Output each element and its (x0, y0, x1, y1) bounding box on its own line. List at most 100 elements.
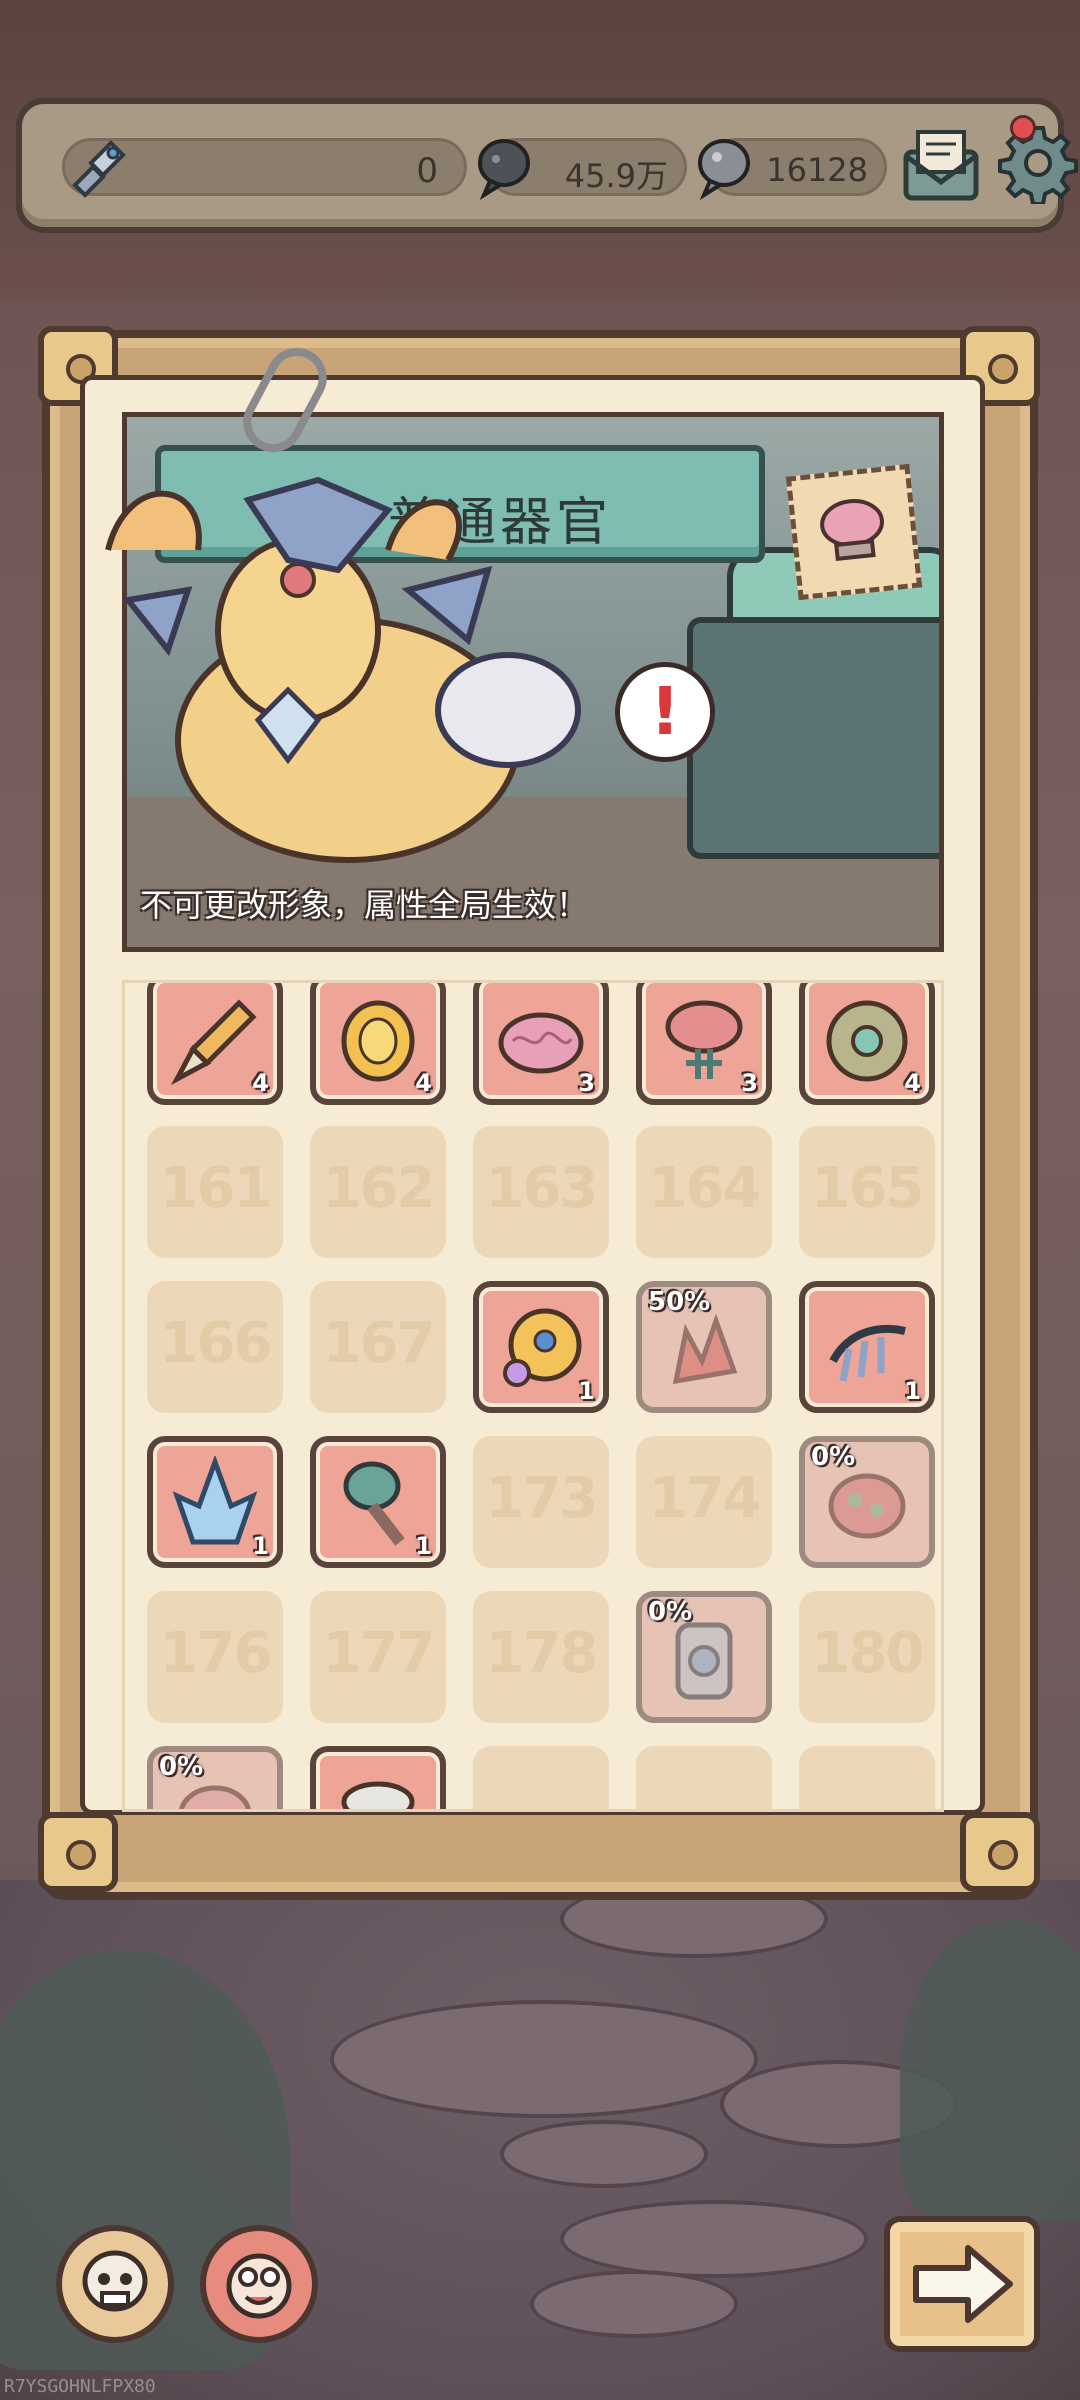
grid-slot-empty[interactable]: 173 (473, 1436, 609, 1568)
eye-medallion-icon (503, 1308, 582, 1387)
lab-machine (687, 617, 939, 859)
white-shell-icon (341, 1781, 415, 1809)
grid-slot[interactable]: 4 (799, 983, 935, 1105)
organ-grid: 4 4 3 3 4 161 162 163 164 165 166 167 1 … (122, 980, 944, 1812)
grid-slot-empty[interactable]: 174 (636, 1436, 772, 1568)
stone (500, 2120, 708, 2188)
alert-mark: ! (650, 673, 681, 750)
monster-face-icon (226, 2253, 292, 2319)
watermark: R7YSGOHNLFPX80 (4, 2376, 156, 2397)
item-count: 1 (415, 1532, 432, 1560)
slot-number: 180 (811, 1621, 925, 1686)
unlock-percent: 0% (811, 1442, 856, 1472)
currency-coins: 45.9万 (478, 138, 687, 201)
grid-slot[interactable]: 3 (636, 983, 772, 1105)
grid-slot[interactable]: 3 (473, 983, 609, 1105)
grid-slot-empty[interactable]: 167 (310, 1281, 446, 1413)
xp-value: 0 (416, 151, 438, 191)
mushroom-stalk-icon (343, 1461, 405, 1546)
grid-slot-partial[interactable]: 50% (636, 1281, 772, 1413)
grid-slot-empty[interactable]: 180 (799, 1591, 935, 1723)
top-status-bar: 0 45.9万 16128 (16, 98, 1078, 233)
arrow-right-icon (913, 2245, 1013, 2323)
item-count: 4 (904, 1069, 921, 1097)
unlock-percent: 0% (159, 1752, 204, 1782)
monster-menu-button[interactable] (200, 2225, 318, 2343)
slot-number: 173 (485, 1466, 599, 1531)
slot-number: 165 (811, 1156, 925, 1221)
grid-slot[interactable]: 4 (147, 983, 283, 1105)
grid-slot-empty[interactable]: 176 (147, 1591, 283, 1723)
grid-slot-empty[interactable]: 161 (147, 1126, 283, 1258)
stone (530, 2270, 738, 2338)
settings-gear-icon[interactable] (997, 122, 1079, 204)
stone (560, 2200, 868, 2278)
unlock-percent: 50% (648, 1287, 711, 1317)
grid-slot-empty[interactable]: 165 (799, 1126, 935, 1258)
grid-slot[interactable]: 4 (310, 983, 446, 1105)
round-shield-icon (826, 1000, 908, 1082)
panel-subtitle: 不可更改形象，属性全局生效！ (140, 886, 589, 924)
item-count: 1 (252, 1532, 269, 1560)
item-count: 3 (741, 1069, 758, 1097)
grid-slot-empty[interactable] (473, 1746, 609, 1809)
skull-organ-icon (82, 2250, 148, 2312)
grid-slot-empty[interactable]: 178 (473, 1591, 609, 1723)
grid-slot-empty[interactable]: 162 (310, 1126, 446, 1258)
stone (330, 2000, 758, 2118)
currency-gems: 16128 (698, 138, 887, 201)
slot-number: 178 (485, 1621, 599, 1686)
slot-number: 161 (159, 1156, 273, 1221)
gold-coin-icon (341, 1000, 415, 1082)
frame-bolt (38, 1812, 118, 1892)
grid-slot-partial[interactable]: 0% (636, 1591, 772, 1723)
brain-icon (498, 1012, 584, 1074)
slot-number: 164 (648, 1156, 762, 1221)
next-button[interactable] (884, 2216, 1040, 2352)
organ-menu-button[interactable] (56, 2225, 174, 2343)
grid-slot-empty[interactable]: 163 (473, 1126, 609, 1258)
currency2-value: 16128 (766, 151, 868, 189)
grid-slot-empty[interactable]: 177 (310, 1591, 446, 1723)
item-count: 1 (904, 1377, 921, 1405)
xp-bar: 0 (62, 138, 467, 198)
grid-slot[interactable]: 1 (799, 1281, 935, 1413)
grey-bubble-icon (698, 139, 750, 201)
ice-crystal-icon (172, 1456, 258, 1545)
slot-number: 163 (485, 1156, 599, 1221)
organ-stamp (785, 463, 923, 601)
grid-slot[interactable]: 1 (147, 1436, 283, 1568)
slot-number: 177 (322, 1621, 436, 1686)
organ-stamp-icon (820, 499, 884, 562)
item-count: 4 (252, 1069, 269, 1097)
item-count: 1 (578, 1377, 595, 1405)
monster-character (105, 476, 581, 863)
organ-tree-icon (665, 1000, 743, 1079)
item-count: 3 (578, 1069, 595, 1097)
grid-slot-empty[interactable] (799, 1746, 935, 1809)
grid-slot[interactable]: 1 (310, 1436, 446, 1568)
alert-bubble[interactable]: ! (615, 662, 715, 762)
frame-bolt (960, 1812, 1040, 1892)
grid-slot-empty[interactable]: 164 (636, 1126, 772, 1258)
dark-bubble-icon (478, 139, 530, 201)
slot-number: 176 (159, 1621, 273, 1686)
slot-number: 162 (322, 1156, 436, 1221)
slot-number: 166 (159, 1311, 273, 1376)
grid-slot-partial[interactable]: 0% (799, 1436, 935, 1568)
slot-number: 167 (322, 1311, 436, 1376)
unlock-percent: 0% (648, 1597, 693, 1627)
grid-slot-partial[interactable]: 0% (147, 1746, 283, 1809)
grid-slot-empty[interactable] (636, 1746, 772, 1809)
slot-number: 174 (648, 1466, 762, 1531)
mail-icon[interactable] (900, 126, 982, 204)
currency1-value: 45.9万 (564, 157, 668, 195)
dagger-icon (170, 999, 257, 1086)
grid-slot[interactable]: 1 (473, 1281, 609, 1413)
notification-dot (1010, 115, 1036, 141)
grid-slot[interactable] (310, 1746, 446, 1809)
item-count: 4 (415, 1069, 432, 1097)
grid-slot-empty[interactable]: 166 (147, 1281, 283, 1413)
rocket-icon (72, 140, 126, 198)
claw-icon (829, 1324, 906, 1382)
